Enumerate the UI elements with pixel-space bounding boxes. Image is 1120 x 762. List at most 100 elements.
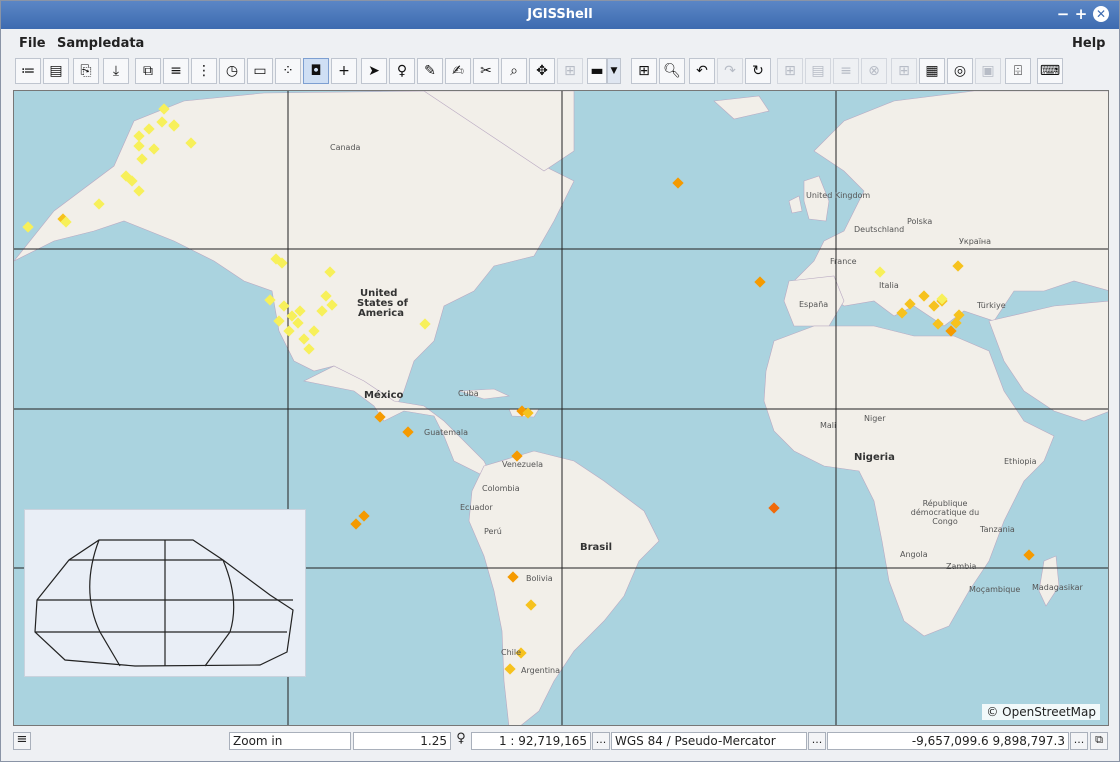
overview-map[interactable] [24, 509, 306, 677]
label-ecuador: Ecuador [460, 503, 493, 512]
zoom-extent-icon[interactable]: ⊞ [631, 58, 657, 84]
label-argentina: Argentina [521, 666, 561, 675]
pan-move-icon[interactable]: ✥ [529, 58, 555, 84]
status-tool: Zoom in [229, 732, 351, 750]
earthquake-marker[interactable] [754, 276, 766, 288]
refresh-icon[interactable]: ↻ [745, 58, 771, 84]
crs-field: WGS 84 / Pseudo-Mercator [611, 732, 807, 750]
label-polska: Polska [907, 217, 933, 226]
node-tool-icon[interactable]: ◘ [303, 58, 329, 84]
label-italia: Italia [879, 281, 899, 290]
zoom-factor[interactable]: 1.25 [353, 732, 451, 750]
maximize-button[interactable]: + [1073, 6, 1089, 22]
label-france: France [830, 257, 857, 266]
map-attribution[interactable]: © OpenStreetMap [982, 704, 1100, 720]
select-pointer-icon[interactable]: ➤ [361, 58, 387, 84]
open-layer-icon[interactable]: ⎘ [73, 58, 99, 84]
crs-more-button[interactable]: ... [808, 732, 826, 750]
list-disabled-icon[interactable]: ≡ [833, 58, 859, 84]
menu-lines-icon[interactable]: ≡ [163, 58, 189, 84]
earthquake-marker[interactable] [768, 502, 780, 514]
console-icon[interactable]: ⌨ [1037, 58, 1063, 84]
label-guatemala: Guatemala [424, 428, 469, 437]
status-menu-icon[interactable]: ≡ [13, 732, 31, 750]
window-title: JGISShell [527, 7, 593, 22]
label-venezuela: Venezuela [502, 460, 544, 469]
coords-field: -9,657,099.6 9,898,797.3 [827, 732, 1069, 750]
dropdown-arrow-icon[interactable]: ▼ [607, 58, 621, 84]
label-espana: España [799, 300, 829, 309]
scale-field[interactable]: 1 : 92,719,165 [471, 732, 591, 750]
copy-coords-icon[interactable]: ⧉ [1090, 732, 1108, 750]
minus-layer-icon[interactable]: ▬ [587, 58, 607, 84]
minimize-button[interactable]: − [1055, 6, 1071, 22]
magnifier-icon[interactable]: 🔍︎ [659, 58, 685, 84]
redo-icon[interactable]: ↷ [717, 58, 743, 84]
label-mozambique: Moçambique [969, 585, 1021, 594]
bulb-icon[interactable]: ♀ [452, 732, 470, 750]
label-brasil: Brasil [580, 542, 613, 553]
earthquake-marker[interactable] [1023, 549, 1035, 561]
earthquake-marker[interactable] [672, 177, 684, 189]
grid-disabled-icon[interactable]: ⊞ [777, 58, 803, 84]
title-bar: JGISShell − + ✕ [1, 1, 1119, 29]
label-ukraine: Україна [959, 237, 992, 246]
toolbar: ≔ ▤ ⎘ ⤓ ⧉ ≡ ⋮ ◷ ▭ ⁘ ◘ + ➤ ♀ ✎ ✍ ✂ ⌕ ✥ ⊞ … [11, 57, 1071, 87]
overview-graticule [34, 539, 294, 667]
vertical-dots-icon[interactable]: ⋮ [191, 58, 217, 84]
label-uk: United Kingdom [806, 191, 871, 200]
label-colombia: Colombia [482, 484, 520, 493]
status-bar: ≡ Zoom in 1.25 ♀ 1 : 92,719,165 ... WGS … [1, 729, 1119, 753]
menu-help[interactable]: Help [1072, 36, 1105, 51]
label-peru: Perú [484, 527, 502, 536]
app-window: JGISShell − + ✕ File Sampledata Help ≔ ▤… [0, 0, 1120, 762]
zoom-select-icon[interactable]: ⌕ [501, 58, 527, 84]
label-zambia: Zambia [946, 562, 977, 571]
label-bolivia: Bolivia [526, 574, 553, 583]
edit-doc2-icon[interactable]: ✍ [445, 58, 471, 84]
undo-icon[interactable]: ↶ [689, 58, 715, 84]
script-icon[interactable]: ⌹ [1005, 58, 1031, 84]
map-view[interactable]: Canada United States of America México C… [13, 90, 1109, 726]
earthquake-marker[interactable] [22, 221, 34, 233]
clock-icon[interactable]: ◷ [219, 58, 245, 84]
document-icon[interactable]: ▤ [43, 58, 69, 84]
label-mexico: México [364, 390, 404, 401]
edit-doc-icon[interactable]: ✎ [417, 58, 443, 84]
label-mali: Mali [820, 421, 837, 430]
add-disabled-icon[interactable]: ⊞ [557, 58, 583, 84]
label-angola: Angola [900, 550, 928, 559]
label-congo: République démocratique du Congo [910, 499, 980, 526]
info-bulb-icon[interactable]: ♀ [389, 58, 415, 84]
label-cuba: Cuba [458, 389, 479, 398]
windows-icon[interactable]: ⧉ [135, 58, 161, 84]
menu-bar: File Sampledata Help [1, 31, 1119, 55]
download-icon[interactable]: ⤓ [103, 58, 129, 84]
close-button[interactable]: ✕ [1093, 6, 1109, 22]
menu-file[interactable]: File [19, 36, 46, 51]
coords-more-button[interactable]: ... [1070, 732, 1088, 750]
label-canada: Canada [330, 143, 361, 152]
table-disabled-icon[interactable]: ⊞ [891, 58, 917, 84]
scissors-icon[interactable]: ✂ [473, 58, 499, 84]
label-nigeria: Nigeria [854, 452, 895, 463]
cancel-disabled-icon[interactable]: ⊗ [861, 58, 887, 84]
doc-disabled-icon[interactable]: ▤ [805, 58, 831, 84]
label-niger: Niger [864, 414, 886, 423]
label-tanzania: Tanzania [980, 525, 1015, 534]
target-icon[interactable]: ◎ [947, 58, 973, 84]
earthquake-marker[interactable] [402, 426, 414, 438]
earthquake-marker[interactable] [350, 518, 362, 530]
image-disabled-icon[interactable]: ▣ [975, 58, 1001, 84]
earthquake-marker[interactable] [358, 510, 370, 522]
label-madagascar: Madagasikar [1032, 583, 1083, 592]
menu-sampledata[interactable]: Sampledata [57, 36, 144, 51]
add-icon[interactable]: + [331, 58, 357, 84]
label-chile: Chile [501, 648, 522, 657]
label-turkiye: Türkiye [977, 301, 1006, 310]
line-icon[interactable]: ▭ [247, 58, 273, 84]
scale-more-button[interactable]: ... [592, 732, 610, 750]
report-icon[interactable]: ▦ [919, 58, 945, 84]
grid-dots-icon[interactable]: ⁘ [275, 58, 301, 84]
layer-list-icon[interactable]: ≔ [15, 58, 41, 84]
